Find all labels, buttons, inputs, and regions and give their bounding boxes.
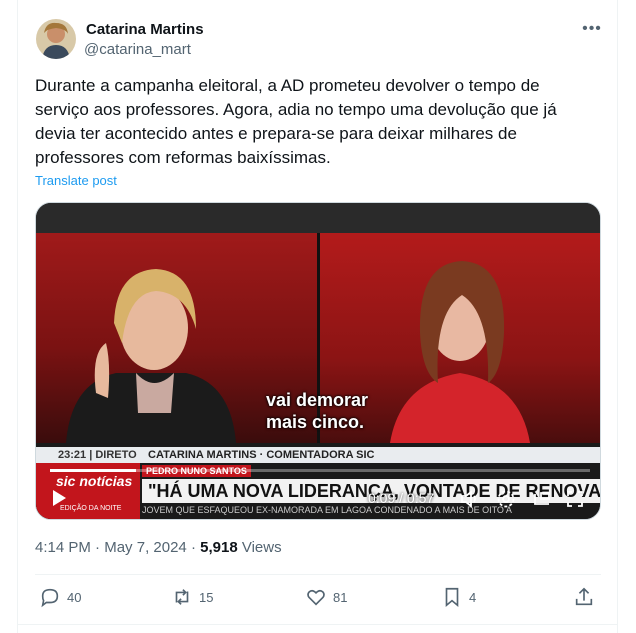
author-name[interactable]: Catarina Martins (86, 21, 204, 38)
divider (17, 624, 618, 625)
broadcast-clock: 23:21 | DIRETO (58, 449, 137, 461)
bookmark-count: 4 (469, 589, 477, 605)
volume-icon[interactable] (459, 488, 481, 510)
channel-subtitle: EDIÇÃO DA NOITE (60, 505, 122, 512)
reply-count: 40 (67, 589, 82, 605)
fullscreen-icon[interactable] (564, 488, 586, 510)
video-player[interactable]: vai demorar mais cinco. 23:21 | DIRETO C… (35, 202, 601, 520)
subtitle-line-1: vai demorar (266, 390, 369, 410)
avatar[interactable] (36, 19, 76, 59)
bookmark-button[interactable]: 4 (441, 586, 476, 608)
video-progress-fill (50, 469, 137, 472)
view-count: 5,918 (200, 539, 238, 556)
video-subtitle: vai demorar mais cinco. (266, 389, 368, 433)
clock-text: 23:21 (58, 449, 87, 461)
lower-third-text: CATARINA MARTINS · COMENTADORA SIC (148, 449, 375, 461)
play-icon[interactable] (50, 489, 68, 507)
more-icon[interactable]: ••• (578, 20, 606, 40)
translate-post-link[interactable]: Translate post (35, 173, 117, 188)
views-label: Views (241, 539, 282, 556)
pip-icon[interactable] (531, 488, 553, 510)
divider (35, 574, 601, 575)
settings-icon[interactable] (495, 488, 517, 510)
reply-icon (41, 588, 59, 608)
reply-button[interactable]: 40 (39, 586, 81, 608)
video-progress-bar[interactable] (50, 469, 590, 472)
news-ticker: JOVEM QUE ESFAQUEOU EX-NAMORADA EM LAGOA… (142, 505, 512, 515)
like-count: 81 (333, 589, 348, 605)
post-time[interactable]: 4:14 PM (35, 539, 91, 556)
post-date[interactable]: May 7, 2024 (104, 539, 187, 556)
repost-icon (175, 589, 189, 605)
video-top-band (36, 203, 600, 233)
subtitle-line-2: mais cinco. (266, 412, 365, 432)
like-icon (307, 589, 325, 606)
video-time: 0:09 / 0:57 (368, 490, 435, 506)
action-bar: 40 15 81 4 (35, 584, 601, 612)
bookmark-icon (445, 587, 459, 608)
share-icon (575, 587, 593, 606)
author-handle[interactable]: @catarina_mart (84, 41, 191, 58)
repost-count: 15 (199, 589, 214, 605)
repost-button[interactable]: 15 (171, 586, 213, 608)
post-meta: 4:14 PM · May 7, 2024 · 5,918 Views (35, 539, 282, 556)
live-label: DIRETO (95, 449, 137, 461)
like-button[interactable]: 81 (305, 586, 347, 608)
share-button[interactable] (573, 586, 595, 608)
post-text: Durante a campanha eleitoral, a AD prome… (35, 76, 557, 167)
channel-logo: sic notícias (56, 473, 133, 489)
